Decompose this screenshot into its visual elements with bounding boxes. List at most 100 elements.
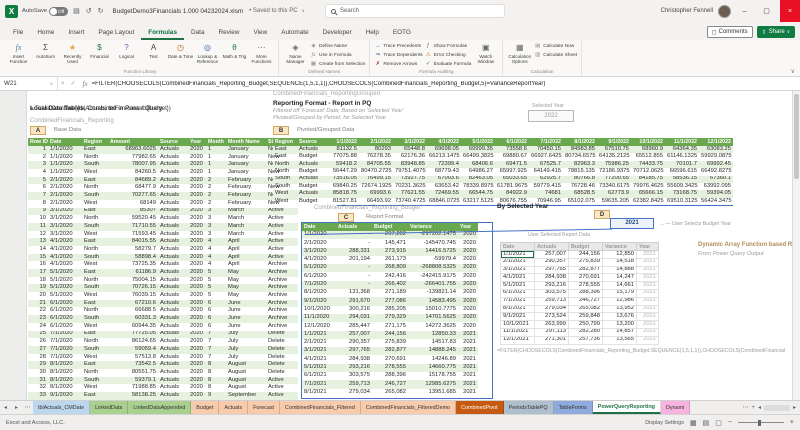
selected-year-table[interactable]: Date Actuals Budget Variance Year 1/1/2021 257… [500, 242, 659, 345]
report-format-table[interactable]: Date Actuals Budget Variance Year 1/1/2020-29… [302, 223, 478, 397]
view-page-break-icon[interactable]: ▢ [715, 419, 722, 427]
sheet-tab-actuals[interactable]: Actuals [219, 401, 249, 414]
ribbon-tab-developer[interactable]: Developer [316, 26, 359, 40]
ribbon-button-define-name[interactable]: ◈ Define Name [310, 43, 365, 51]
ribbon-tab-help[interactable]: Help [359, 26, 386, 40]
ribbon-tab-home[interactable]: Home [30, 26, 61, 40]
cancel-icon[interactable]: × [58, 81, 68, 87]
collapse-ribbon-icon[interactable]: ∨ [791, 68, 795, 75]
sheet-tab-combinedpivot[interactable]: CombinedPivot [456, 401, 504, 414]
ribbon-button-calculate-now[interactable]: ▤ Calculate Now [534, 43, 577, 51]
enter-icon[interactable]: ✓ [68, 80, 79, 87]
zoom-in-icon[interactable]: + [790, 419, 794, 426]
ribbon-button-math-trig[interactable]: θ Math & Trig [221, 41, 248, 69]
zoom-slider[interactable] [737, 419, 784, 426]
ribbon-button-calculation-options[interactable]: ▦ Calculation Options [506, 41, 533, 69]
ribbon-button-lookup-reference[interactable]: ◎ Lookup & Reference [194, 41, 221, 69]
ribbon-button-trace-dependents[interactable]: ⇒ Trace Dependents [374, 52, 423, 60]
zoom-slider-thumb[interactable] [757, 419, 761, 426]
lookup-reference-icon: ◎ [204, 43, 211, 52]
ribbon-button-insert-function[interactable]: fx Insert Function [5, 41, 32, 69]
ribbon-button-error-checking[interactable]: ⚠ Error Checking [425, 52, 472, 60]
name-box[interactable]: W21 ∨ [0, 77, 58, 90]
more-sheets-icon[interactable]: ⋯ [742, 404, 748, 411]
table-cell: 80734.6575 [565, 153, 596, 160]
tab-scroll-right-icon[interactable]: ▸ [793, 404, 796, 411]
ribbon-button-financial[interactable]: $ Financial [86, 41, 113, 69]
save-icon[interactable]: ▤ [72, 7, 81, 15]
sheet-tab-linkeddata[interactable]: LinkedData [90, 401, 129, 414]
table-cell: June [228, 315, 241, 322]
redo-icon[interactable]: ↻ [97, 7, 105, 15]
sheet-tab-forecast[interactable]: Forecast [248, 401, 281, 414]
sheet-tab-tableforms[interactable]: TableForms [553, 401, 593, 414]
autosave-toggle[interactable]: AutoSave Off [22, 6, 69, 16]
ribbon-button-date-time[interactable]: ◷ Date & Time [167, 41, 194, 69]
close-button[interactable]: × [780, 0, 800, 22]
ribbon-button-autosum[interactable]: Σ AutoSum [32, 41, 59, 69]
undo-icon[interactable]: ↺ [85, 7, 93, 15]
ribbon-button-evaluate-formula[interactable]: ✓ Evaluate Formula [425, 61, 471, 69]
avatar[interactable] [718, 4, 731, 18]
tab-scroll-left-icon[interactable]: ◂ [758, 404, 761, 411]
ribbon-button-calculate-sheet[interactable]: ▥ Calculate Sheet [534, 52, 577, 60]
sheet-nav-more-icon[interactable]: ⋯ [22, 401, 33, 414]
autosave-switch[interactable]: Off [49, 6, 69, 16]
table-cell: 6/1/2020 [304, 272, 327, 279]
ribbon-button-logical[interactable]: ? Logical [113, 41, 140, 69]
horizontal-scrollbar[interactable] [763, 404, 790, 411]
vertical-scrollbar-thumb[interactable] [794, 94, 799, 179]
ribbon-button-create-from-selection[interactable]: ▦ Create from Selection [310, 61, 366, 69]
share-button[interactable]: ⇧ Share ∨ [756, 26, 795, 38]
grouped-data-table[interactable]: Region Source 1/1/2022 2/1/2022 3/1/2022 4/1/… [273, 138, 733, 205]
ribbon-tab-data[interactable]: Data [184, 26, 212, 40]
zoom-out-icon[interactable]: − [728, 419, 732, 426]
ribbon-tab-file[interactable]: File [6, 26, 30, 40]
selected-year-input[interactable]: 2022 [528, 110, 574, 122]
sheet-tab-periodstablepq[interactable]: PeriodsTablePQ [503, 401, 554, 414]
ribbon-button-recently-used[interactable]: ★ Recently Used [59, 41, 86, 69]
ribbon-tab-insert[interactable]: Insert [61, 26, 91, 40]
table-cell: 259,848 [568, 312, 603, 322]
restore-button[interactable]: ▢ [758, 0, 775, 22]
ribbon-tab-eotg[interactable]: EOTG [386, 26, 418, 40]
add-sheet-icon[interactable]: + [751, 405, 755, 411]
comments-button[interactable]: ◻ Comments [706, 26, 753, 38]
view-normal-icon[interactable]: ▦ [690, 419, 697, 427]
minimize-button[interactable]: – [736, 0, 753, 22]
sheet-tab-linkeddataappended[interactable]: LinkedDataAppended [128, 401, 192, 414]
ribbon-button-remove-arrows[interactable]: ✗ Remove Arrows [374, 61, 422, 69]
ribbon-tab-review[interactable]: Review [212, 26, 247, 40]
ribbon-button-use-in-formula[interactable]: fx Use in Formula [310, 52, 365, 60]
search-input[interactable]: Search [325, 4, 505, 18]
sheet-tab-combinedfinancials-filtereddemo[interactable]: CombinedFinancials_FilteredDemo [360, 401, 457, 414]
insert-function-icon[interactable]: fx [79, 80, 92, 88]
sheet-tab-dynami[interactable]: Dynami [660, 401, 691, 414]
ribbon-button-more-functions[interactable]: ⋯ More Functions [248, 41, 275, 69]
ribbon-button-text[interactable]: A Text [140, 41, 167, 69]
sheet-tab-powerqueryreporting[interactable]: PowerQueryReporting [592, 401, 661, 414]
title-chevron-icon[interactable]: ∨ [302, 8, 305, 14]
base-data-table[interactable]: Row ID Date Region Amount Source Year Month Mon… [28, 138, 298, 400]
ribbon-tab-automate[interactable]: Automate [274, 26, 315, 40]
table-cell: 300,216 [349, 305, 370, 312]
sheet-tab-combinedfinancials-filtered[interactable]: CombinedFinancials_Filtered [280, 401, 361, 414]
view-page-layout-icon[interactable]: ▤ [703, 419, 710, 427]
ribbon-button-name-manager[interactable]: ◈ Name Manager [282, 41, 309, 69]
ribbon-tab-page-layout[interactable]: Page Layout [91, 26, 141, 40]
budget-year-input[interactable]: 2021 [610, 218, 654, 229]
sheet-nav-right-icon[interactable]: ▸ [11, 401, 22, 414]
sheet-tab-tblactuals-cmdate[interactable]: tblActuals_CMDate [33, 401, 91, 414]
display-settings-button[interactable]: Display Settings [645, 420, 684, 426]
sheet-tab-budget[interactable]: Budget [191, 401, 220, 414]
ribbon-button-watch-window[interactable]: ▣ Watch Window [472, 41, 499, 69]
formula-input[interactable]: =FILTER(CHOOSECOLS(CombinedFinancials_Re… [92, 81, 546, 87]
ribbon-tab-formulas[interactable]: Formulas [141, 26, 185, 40]
ribbon-button-show-formulas[interactable]: ƒ Show Formulas [425, 43, 472, 51]
ribbon-tab-view[interactable]: View [246, 26, 274, 40]
worksheet[interactable]: Local Data Tables, Combined in Power Que… [0, 91, 800, 400]
table-cell: 2020 [463, 264, 476, 271]
ribbon-button-trace-precedents[interactable]: → Trace Precedents [374, 43, 422, 51]
sheet-nav-left-icon[interactable]: ◂ [0, 401, 11, 414]
table-cell: January [228, 146, 249, 152]
